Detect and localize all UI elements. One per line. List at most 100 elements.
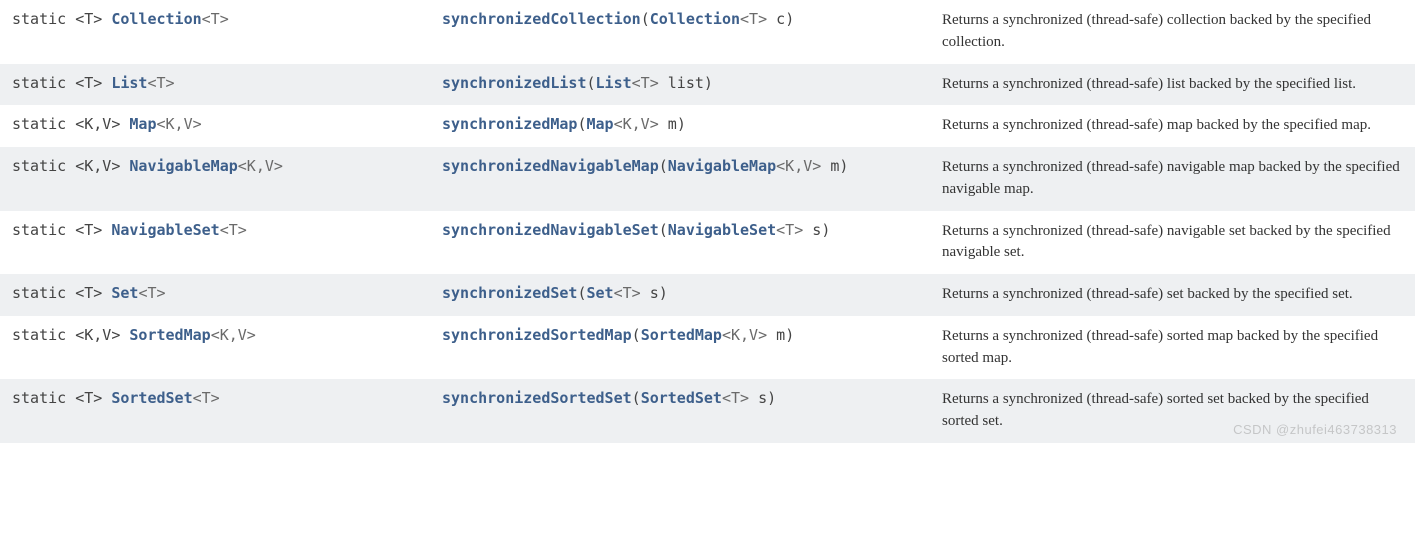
method-link[interactable]: synchronizedNavigableMap (442, 157, 659, 175)
return-type-cell: static <T> Collection<T> (0, 0, 430, 64)
param-name: s (803, 221, 821, 239)
paren-open: ( (659, 157, 668, 175)
return-type-link[interactable]: NavigableSet (111, 221, 219, 239)
paren-close: ) (659, 284, 668, 302)
return-type-cell: static <T> List<T> (0, 64, 430, 106)
description-cell: Returns a synchronized (thread-safe) nav… (930, 147, 1415, 211)
method-cell: synchronizedSortedSet(SortedSet<T> s) (430, 379, 930, 443)
description-cell: Returns a synchronized (thread-safe) map… (930, 105, 1415, 147)
param-type-link[interactable]: Map (587, 115, 614, 133)
method-link[interactable]: synchronizedSortedSet (442, 389, 632, 407)
modifiers: static <K,V> (12, 157, 129, 175)
table-row: static <T> List<T> synchronizedList(List… (0, 64, 1415, 106)
paren-open: ( (659, 221, 668, 239)
table-row: static <K,V> SortedMap<K,V> synchronized… (0, 316, 1415, 380)
method-summary-table: static <T> Collection<T> synchronizedCol… (0, 0, 1415, 443)
paren-open: ( (641, 10, 650, 28)
paren-close: ) (767, 389, 776, 407)
param-generic: <K,V> (614, 115, 659, 133)
method-link[interactable]: synchronizedSet (442, 284, 577, 302)
modifiers: static <T> (12, 221, 111, 239)
description-cell: Returns a synchronized (thread-safe) lis… (930, 64, 1415, 106)
param-type-link[interactable]: Collection (650, 10, 740, 28)
param-name: s (641, 284, 659, 302)
param-type-link[interactable]: NavigableMap (668, 157, 776, 175)
param-name: s (749, 389, 767, 407)
return-type-cell: static <T> NavigableSet<T> (0, 211, 430, 275)
method-cell: synchronizedMap(Map<K,V> m) (430, 105, 930, 147)
description-cell: Returns a synchronized (thread-safe) nav… (930, 211, 1415, 275)
description-cell: Returns a synchronized (thread-safe) set… (930, 274, 1415, 316)
method-link[interactable]: synchronizedNavigableSet (442, 221, 659, 239)
modifiers: static <T> (12, 74, 111, 92)
paren-open: ( (632, 326, 641, 344)
param-generic: <T> (722, 389, 749, 407)
method-cell: synchronizedNavigableMap(NavigableMap<K,… (430, 147, 930, 211)
return-type-link[interactable]: Map (129, 115, 156, 133)
return-generic: <T> (147, 74, 174, 92)
modifiers: static <T> (12, 284, 111, 302)
method-cell: synchronizedSortedMap(SortedMap<K,V> m) (430, 316, 930, 380)
paren-close: ) (785, 10, 794, 28)
return-type-cell: static <T> Set<T> (0, 274, 430, 316)
paren-open: ( (632, 389, 641, 407)
return-generic: <T> (138, 284, 165, 302)
modifiers: static <T> (12, 10, 111, 28)
paren-open: ( (577, 284, 586, 302)
param-name: list (659, 74, 704, 92)
paren-close: ) (839, 157, 848, 175)
method-link[interactable]: synchronizedList (442, 74, 587, 92)
param-type-link[interactable]: NavigableSet (668, 221, 776, 239)
return-generic: <T> (202, 10, 229, 28)
description-cell: Returns a synchronized (thread-safe) sor… (930, 316, 1415, 380)
return-type-link[interactable]: SortedMap (129, 326, 210, 344)
table-row: static <T> SortedSet<T> synchronizedSort… (0, 379, 1415, 443)
return-type-cell: static <T> SortedSet<T> (0, 379, 430, 443)
method-link[interactable]: synchronizedSortedMap (442, 326, 632, 344)
param-type-link[interactable]: List (596, 74, 632, 92)
return-generic: <K,V> (238, 157, 283, 175)
method-cell: synchronizedCollection(Collection<T> c) (430, 0, 930, 64)
param-name: m (821, 157, 839, 175)
method-cell: synchronizedSet(Set<T> s) (430, 274, 930, 316)
return-generic: <K,V> (211, 326, 256, 344)
watermark-text: CSDN @zhufei463738313 (1233, 422, 1397, 437)
return-generic: <K,V> (157, 115, 202, 133)
return-type-link[interactable]: List (111, 74, 147, 92)
param-generic: <T> (740, 10, 767, 28)
method-cell: synchronizedList(List<T> list) (430, 64, 930, 106)
return-type-link[interactable]: NavigableMap (129, 157, 237, 175)
param-type-link[interactable]: Set (587, 284, 614, 302)
return-type-link[interactable]: Collection (111, 10, 201, 28)
param-type-link[interactable]: SortedSet (641, 389, 722, 407)
param-generic: <T> (776, 221, 803, 239)
table-row: static <K,V> NavigableMap<K,V> synchroni… (0, 147, 1415, 211)
method-cell: synchronizedNavigableSet(NavigableSet<T>… (430, 211, 930, 275)
param-generic: <K,V> (776, 157, 821, 175)
paren-close: ) (704, 74, 713, 92)
modifiers: static <K,V> (12, 326, 129, 344)
param-name: m (767, 326, 785, 344)
method-link[interactable]: synchronizedCollection (442, 10, 641, 28)
return-type-link[interactable]: SortedSet (111, 389, 192, 407)
param-generic: <T> (614, 284, 641, 302)
param-generic: <T> (632, 74, 659, 92)
paren-close: ) (821, 221, 830, 239)
param-type-link[interactable]: SortedMap (641, 326, 722, 344)
return-type-cell: static <K,V> SortedMap<K,V> (0, 316, 430, 380)
paren-open: ( (577, 115, 586, 133)
description-cell: Returns a synchronized (thread-safe) col… (930, 0, 1415, 64)
return-type-cell: static <K,V> Map<K,V> (0, 105, 430, 147)
paren-close: ) (785, 326, 794, 344)
method-link[interactable]: synchronizedMap (442, 115, 577, 133)
return-type-link[interactable]: Set (111, 284, 138, 302)
paren-close: ) (677, 115, 686, 133)
table-row: static <T> NavigableSet<T> synchronizedN… (0, 211, 1415, 275)
return-generic: <T> (193, 389, 220, 407)
param-name: m (659, 115, 677, 133)
param-name: c (767, 10, 785, 28)
return-generic: <T> (220, 221, 247, 239)
param-generic: <K,V> (722, 326, 767, 344)
modifiers: static <T> (12, 389, 111, 407)
table-row: static <T> Collection<T> synchronizedCol… (0, 0, 1415, 64)
